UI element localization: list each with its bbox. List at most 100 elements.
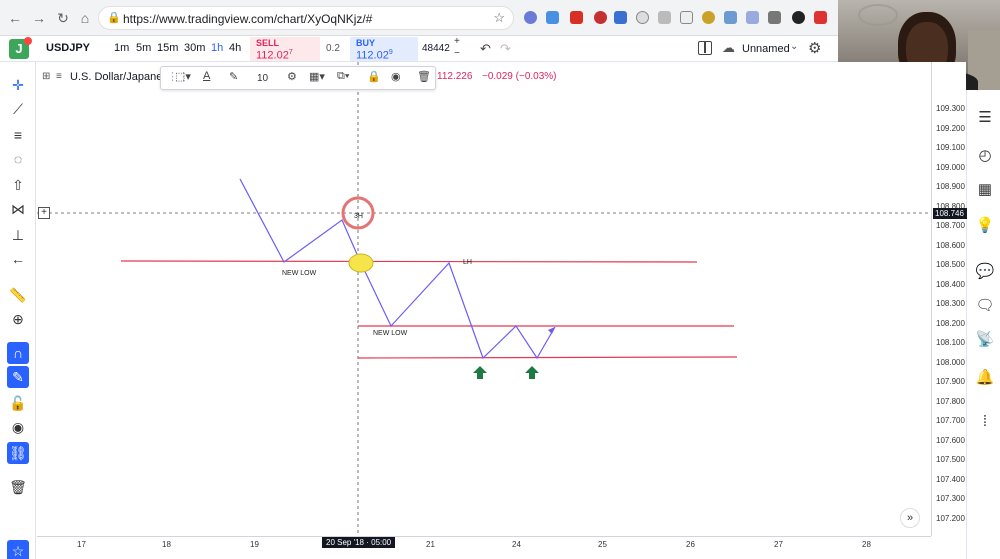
calendar-icon[interactable]: ▦ <box>975 180 995 200</box>
buy-price: 112.029 <box>356 49 393 62</box>
sell-button[interactable]: SELL 112.027 <box>250 37 320 62</box>
extension-icon[interactable] <box>768 11 781 24</box>
timeframe-1m[interactable]: 1m <box>114 42 129 54</box>
ideas-bulb-icon[interactable]: 💡 <box>975 216 995 236</box>
label-lh: LH <box>463 259 472 266</box>
price-axis-label: 107.400 <box>936 474 965 484</box>
settings-gear-icon[interactable]: ⚙ <box>287 70 297 83</box>
magnet-icon[interactable]: ∩ <box>7 342 29 364</box>
bookmark-star-icon[interactable]: ☆ <box>493 10 505 26</box>
address-bar[interactable]: 🔒 https://www.tradingview.com/chart/XyOq… <box>98 6 514 30</box>
lock-drawings-icon[interactable]: 🔓 <box>7 392 29 414</box>
layout-icon[interactable] <box>698 41 712 55</box>
extension-icon[interactable] <box>546 11 559 24</box>
notifications-bell-icon[interactable]: 🔔 <box>975 368 995 388</box>
arrow-shape-icon[interactable]: ⇧ <box>7 174 29 196</box>
ruler-icon[interactable]: 📏 <box>7 284 29 306</box>
reload-icon[interactable]: ↻ <box>54 9 72 27</box>
apps-grid-icon[interactable]: ⁞ <box>975 412 995 432</box>
price-axis-label: 108.600 <box>936 240 965 250</box>
extension-icon[interactable] <box>594 11 607 24</box>
chats-icon[interactable]: 💬 <box>975 262 995 282</box>
timeframe-5m[interactable]: 5m <box>136 42 151 54</box>
label-new-low-1: NEW LOW <box>282 270 317 277</box>
delete-trash-icon[interactable]: 🗑 <box>417 70 431 83</box>
timeframe-15m[interactable]: 15m <box>157 42 178 54</box>
time-axis[interactable]: 17 18 19 21 24 25 26 27 28 20 Sep '18 · 05:00 <box>37 536 931 559</box>
chart-canvas[interactable]: NEW LOW NEW LOW LH 3H <box>37 62 931 536</box>
buy-button[interactable]: BUY 112.029 <box>350 37 418 62</box>
spread-value: 0.2 <box>326 43 340 54</box>
legend-symbol-title: U.S. Dollar/Japane <box>70 71 163 83</box>
hide-eye-icon[interactable]: ◉ <box>391 70 401 83</box>
stay-drawing-mode-icon[interactable]: ✎ <box>7 366 29 388</box>
extension-icon[interactable] <box>570 11 583 24</box>
streams-icon[interactable]: 📡 <box>975 330 995 350</box>
font-size-select[interactable]: 10 <box>257 73 268 84</box>
time-axis-label: 17 <box>77 540 86 549</box>
zoom-icon[interactable]: ⊕ <box>7 308 29 330</box>
timeframe-1h[interactable]: 1h <box>211 42 223 54</box>
link-icon[interactable]: ⛓ <box>7 442 29 464</box>
redo-icon[interactable]: ↷ <box>500 41 511 57</box>
extension-icon[interactable] <box>680 11 693 24</box>
price-axis[interactable]: 109.300 109.200 109.100 109.000 108.900 108.8… <box>931 62 967 536</box>
undo-icon[interactable]: ↶ <box>480 41 491 57</box>
price-axis-label: 107.500 <box>936 455 965 464</box>
price-axis-label: 108.500 <box>936 260 965 269</box>
drawing-properties-toolbar: ⋮⋮ ⬚▾ A ✎ 10 ⚙ ▦▾ ⧉▾ 🔒 ◉ 🗑 <box>160 66 436 90</box>
extension-icon[interactable] <box>702 11 715 24</box>
favorites-star-icon[interactable]: ☆ <box>7 540 29 559</box>
extension-icon[interactable] <box>746 11 759 24</box>
messages-icon[interactable]: 🗨 <box>975 296 995 316</box>
forecast-icon[interactable]: ⊥ <box>7 224 29 246</box>
crosshair-icon[interactable]: ✛ <box>7 74 29 96</box>
visual-order-icon[interactable]: ▦▾ <box>309 70 325 83</box>
url-text: https://www.tradingview.com/chart/XyOqNK… <box>123 12 373 26</box>
layout-name[interactable]: Unnamed <box>742 43 790 55</box>
alerts-clock-icon[interactable]: ◴ <box>975 146 995 166</box>
timeframe-4h[interactable]: 4h <box>229 42 241 54</box>
quantity-increase-button[interactable]: + <box>454 36 460 47</box>
clone-icon[interactable]: ⧉▾ <box>337 70 349 83</box>
chart-type-icon[interactable]: ≡ <box>56 71 62 82</box>
extension-icon[interactable] <box>636 11 649 24</box>
expand-icon[interactable]: ⊞ <box>42 71 50 82</box>
back-icon[interactable]: ← <box>6 9 24 27</box>
scroll-to-realtime-button[interactable]: » <box>900 508 920 528</box>
time-axis-label: 26 <box>686 540 695 549</box>
drawing-tools-sidebar: ✛ ⟋ ≡ ◌ ⇧ ⋈ ⊥ ← 📏 ⊕ ∩ ✎ 🔓 ◉ ⛓ 🗑 ☆ <box>0 62 36 559</box>
extension-icon[interactable] <box>792 11 805 24</box>
lock-icon[interactable]: 🔒 <box>367 70 381 83</box>
extension-icon[interactable] <box>658 11 671 24</box>
extension-icon[interactable] <box>614 11 627 24</box>
text-color-icon[interactable]: A <box>203 70 210 82</box>
time-axis-label: 18 <box>162 540 171 549</box>
price-axis-label: 107.800 <box>936 396 965 406</box>
extension-icon[interactable] <box>724 11 737 24</box>
gear-icon[interactable]: ⚙ <box>808 39 821 57</box>
brush-icon[interactable]: ◌ <box>7 148 29 170</box>
template-icon[interactable]: ⬚▾ <box>175 70 191 83</box>
symbol-search[interactable]: USDJPY <box>46 42 90 54</box>
fib-retracement-icon[interactable]: ≡ <box>7 124 29 146</box>
trash-icon[interactable]: 🗑 <box>7 476 29 498</box>
extension-icon[interactable] <box>814 11 827 24</box>
forward-icon[interactable]: → <box>30 9 48 27</box>
back-arrow-icon[interactable]: ← <box>7 248 29 270</box>
quantity-decrease-button[interactable]: − <box>454 48 460 59</box>
trendline-icon[interactable]: ⟋ <box>7 98 29 120</box>
chevron-down-icon[interactable]: ⌄ <box>790 41 798 52</box>
watchlist-icon[interactable]: ☰ <box>975 108 995 128</box>
price-axis-label: 108.300 <box>936 299 965 308</box>
home-icon[interactable]: ⌂ <box>76 9 94 27</box>
pattern-icon[interactable]: ⋈ <box>7 198 29 220</box>
quantity-input[interactable]: 48442 <box>422 43 450 54</box>
timeframe-30m[interactable]: 30m <box>184 42 205 54</box>
extension-icon[interactable] <box>524 11 537 24</box>
visibility-eye-icon[interactable]: ◉ <box>7 416 29 438</box>
support-line-lower <box>357 356 738 359</box>
line-color-icon[interactable]: ✎ <box>229 70 238 83</box>
price-axis-label: 107.300 <box>936 494 965 503</box>
crosshair-add-icon[interactable]: + <box>38 207 50 219</box>
